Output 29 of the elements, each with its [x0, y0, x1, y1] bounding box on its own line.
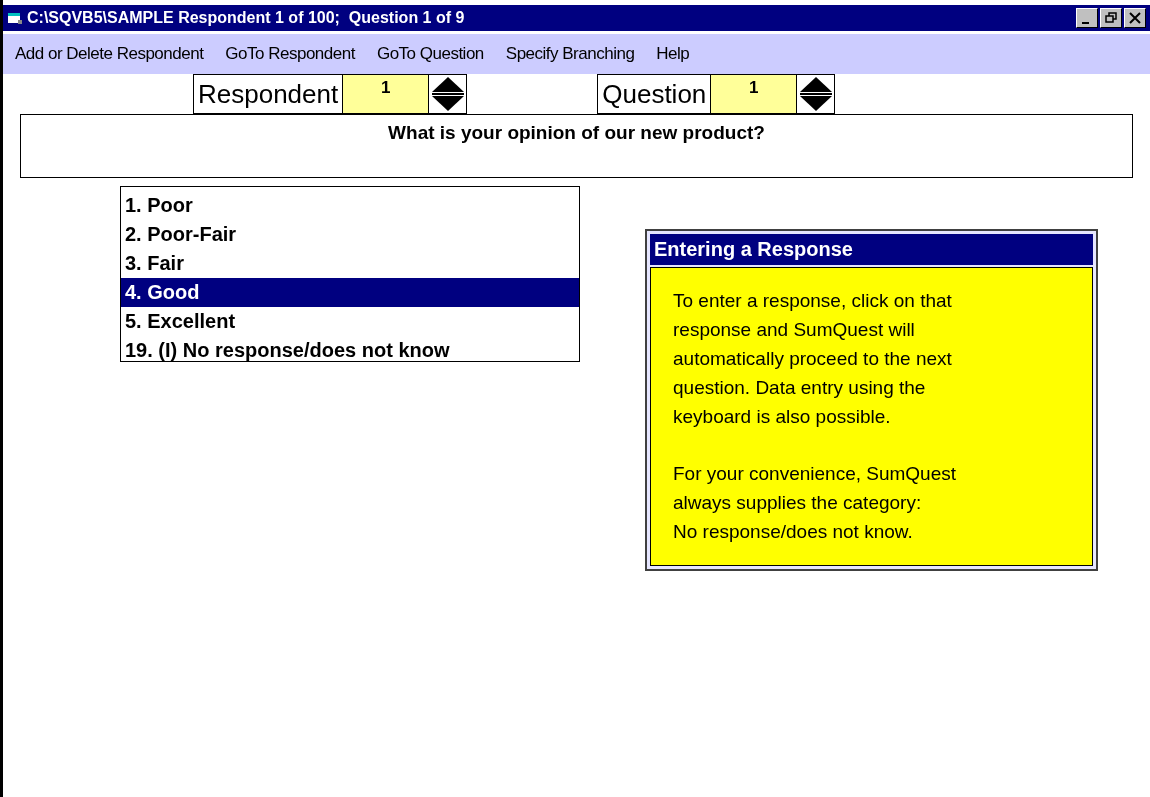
minimize-icon	[1082, 22, 1089, 24]
response-option[interactable]: 5. Excellent	[121, 307, 579, 336]
response-option[interactable]: 1. Poor	[121, 191, 579, 220]
minimize-button[interactable]	[1076, 8, 1098, 28]
spinner-label: Respondent	[197, 78, 340, 111]
menu-item[interactable]: Specify Branching	[505, 41, 635, 67]
close-button[interactable]	[1124, 8, 1146, 28]
question-box: What is your opinion of our new product?	[20, 114, 1133, 178]
response-option[interactable]: 2. Poor-Fair	[121, 220, 579, 249]
spinner-label: Question	[601, 78, 708, 111]
spinner-value-field[interactable]: 1	[710, 75, 797, 113]
response-option[interactable]: 4. Good	[121, 278, 579, 307]
restore-button[interactable]	[1100, 8, 1122, 28]
spinner-value-field[interactable]: 1	[342, 75, 429, 113]
close-icon	[1128, 12, 1142, 24]
app-icon	[7, 11, 23, 25]
restore-icon	[1104, 12, 1118, 24]
menu-item[interactable]: Add or Delete Respondent	[15, 41, 204, 67]
window-title: C:\SQVB5\SAMPLE Respondent 1 of 100; Question 1 of 9	[27, 8, 465, 28]
up-down-arrows[interactable]	[796, 75, 835, 113]
menu-item[interactable]: Help	[656, 41, 690, 67]
up-down-arrows[interactable]	[428, 75, 467, 113]
response-option[interactable]: 3. Fair	[121, 249, 579, 278]
menu-item[interactable]: GoTo Question	[376, 41, 484, 67]
help-paragraph: For your convenience, SumQuest always supplies the category: No response/does not know.	[673, 462, 958, 544]
help-panel-title: Entering a Response	[650, 234, 1093, 265]
response-option[interactable]: 19. (I) No response/does not know	[121, 336, 579, 365]
help-paragraph: To enter a response, click on that response and SumQuest will automatically proceed to the next question. Data entry using the keyboard is also possible.	[673, 289, 953, 429]
menu-item[interactable]: GoTo Respondent	[225, 41, 355, 67]
